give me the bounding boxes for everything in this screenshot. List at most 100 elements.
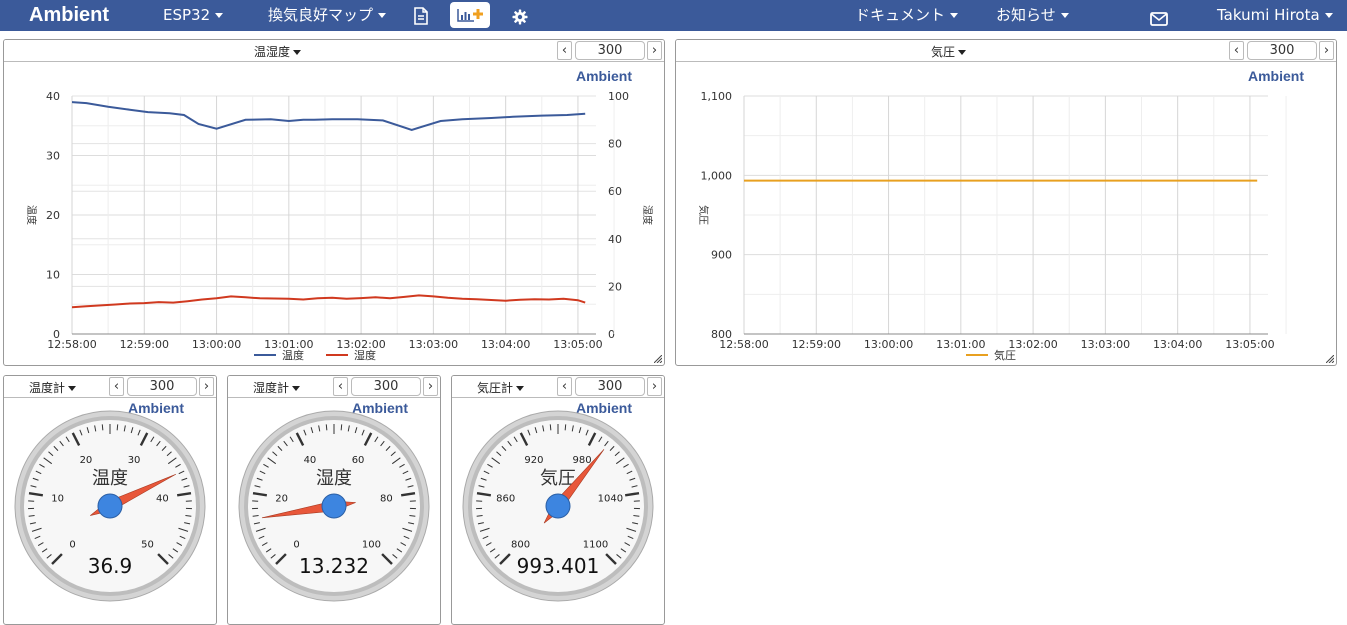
range-input[interactable]: 300 [575, 41, 645, 60]
legend-label: 湿度 [354, 348, 376, 362]
gauge-panel-pressure: 気圧計 ‹ 300 › Ambient80086092098010401100気… [451, 375, 665, 625]
gauge-scale-label: 10 [51, 494, 64, 505]
user-name: Takumi Hirota [1217, 6, 1320, 24]
x-tick-label: 13:05:00 [1225, 338, 1274, 351]
y-tick-label: 10 [46, 269, 60, 282]
chart-panel-temp-humidity: 温湿度 ‹ 300 › Ambient010203040020406080100… [3, 39, 665, 366]
panel-title: 湿度計 [253, 381, 289, 395]
add-chart-button[interactable] [450, 2, 490, 28]
chart-watermark: Ambient [1248, 68, 1304, 84]
panel-title-dropdown[interactable]: 温度計 [29, 379, 76, 396]
gauge-scale-label: 20 [80, 455, 93, 466]
gauge-scale-label: 980 [573, 455, 592, 466]
range-input[interactable]: 300 [127, 377, 197, 396]
panel-title-dropdown[interactable]: 気圧 [931, 43, 966, 60]
chart-watermark: Ambient [576, 68, 632, 84]
x-tick-label: 13:03:00 [1081, 338, 1130, 351]
gear-icon[interactable] [512, 5, 528, 25]
prev-button[interactable]: ‹ [109, 377, 124, 396]
resize-handle-icon[interactable] [1326, 355, 1334, 363]
y-tick-label: 1,100 [701, 90, 733, 103]
legend-label: 気圧 [994, 348, 1016, 362]
range-input[interactable]: 300 [351, 377, 421, 396]
range-input[interactable]: 300 [1247, 41, 1317, 60]
y-right-tick-label: 100 [608, 90, 629, 103]
news-dropdown[interactable]: お知らせ [996, 0, 1069, 31]
next-button[interactable]: › [647, 41, 662, 60]
panel-title-dropdown[interactable]: 気圧計 [477, 379, 524, 396]
next-button[interactable]: › [199, 377, 214, 396]
prev-button[interactable]: ‹ [1229, 41, 1244, 60]
x-tick-label: 13:01:00 [936, 338, 985, 351]
chart-panel-pressure: 気圧 ‹ 300 › Ambient8009001,0001,10012:58:… [675, 39, 1337, 366]
gauge-value: 993.401 [517, 554, 600, 578]
panel-header: 温湿度 ‹ 300 › [4, 40, 664, 62]
device-dropdown[interactable]: ESP32 [163, 0, 223, 31]
y-right-tick-label: 20 [608, 280, 622, 293]
docs-dropdown-label: ドキュメント [855, 6, 945, 24]
map-dropdown[interactable]: 換気良好マップ [268, 0, 386, 31]
panel-title: 温度計 [29, 381, 65, 395]
x-tick-label: 13:05:00 [553, 338, 602, 351]
resize-handle-icon[interactable] [654, 355, 662, 363]
chevron-down-icon [958, 50, 966, 55]
gauge-tick [326, 424, 327, 430]
prev-button[interactable]: ‹ [557, 377, 572, 396]
x-tick-label: 12:58:00 [719, 338, 768, 351]
prev-button[interactable]: ‹ [333, 377, 348, 396]
y-tick-label: 30 [46, 150, 60, 163]
chevron-down-icon [378, 13, 386, 18]
panel-title-dropdown[interactable]: 温湿度 [254, 43, 301, 60]
gauge-title: 温度 [92, 468, 128, 489]
legend-label: 温度 [282, 348, 304, 362]
next-button[interactable]: › [1319, 41, 1334, 60]
user-menu[interactable]: Takumi Hirota [1217, 0, 1333, 31]
gauge-scale-label: 1100 [583, 539, 608, 550]
x-tick-label: 13:03:00 [409, 338, 458, 351]
range-input[interactable]: 300 [575, 377, 645, 396]
gauge-watermark: Ambient [576, 400, 632, 416]
x-tick-label: 13:04:00 [481, 338, 530, 351]
gauge-scale-label: 800 [511, 539, 530, 550]
gauge-scale-label: 40 [156, 494, 169, 505]
gauge-scale-label: 60 [352, 455, 365, 466]
gauge-panel-humidity: 湿度計 ‹ 300 › Ambient020406080100湿度13.232 [227, 375, 441, 625]
document-icon[interactable] [414, 5, 428, 25]
y-axis-label: 気圧 [697, 205, 710, 225]
x-tick-label: 12:58:00 [47, 338, 96, 351]
gauge-scale-label: 80 [380, 494, 393, 505]
panel-title-dropdown[interactable]: 湿度計 [253, 379, 300, 396]
next-button[interactable]: › [647, 377, 662, 396]
temperature-gauge: Ambient01020304050温度36.9 [4, 398, 217, 625]
y-tick-label: 900 [711, 249, 732, 262]
y-tick-label: 20 [46, 209, 60, 222]
x-tick-label: 12:59:00 [792, 338, 841, 351]
chevron-down-icon [516, 386, 524, 391]
prev-button[interactable]: ‹ [557, 41, 572, 60]
panel-title: 気圧計 [477, 381, 513, 395]
brand-logo[interactable]: Ambient [29, 0, 109, 31]
y-axis-label: 温度 [25, 205, 38, 225]
gauge-value: 13.232 [299, 554, 369, 578]
chevron-down-icon [293, 50, 301, 55]
gauge-watermark: Ambient [352, 400, 408, 416]
next-button[interactable]: › [423, 377, 438, 396]
top-navbar: Ambient ESP32 換気良好マップ ドキュメント お知らせ Takumi… [0, 0, 1347, 31]
gauge-scale-label: 30 [128, 455, 141, 466]
mail-icon[interactable] [1150, 6, 1168, 24]
x-tick-label: 13:00:00 [864, 338, 913, 351]
gauge-scale-label: 20 [275, 494, 288, 505]
docs-dropdown[interactable]: ドキュメント [855, 0, 958, 31]
chevron-down-icon [950, 13, 958, 18]
gauge-scale-label: 860 [496, 494, 515, 505]
gauge-scale-label: 920 [524, 455, 543, 466]
gauge-tick [565, 424, 566, 430]
panel-title: 温湿度 [254, 45, 290, 59]
gauge-tick [550, 424, 551, 430]
y-right-axis-label: 湿度 [641, 205, 654, 225]
x-tick-label: 13:04:00 [1153, 338, 1202, 351]
gauge-scale-label: 50 [141, 539, 154, 550]
gauge-hub [322, 494, 346, 518]
y-right-tick-label: 80 [608, 138, 622, 151]
chevron-down-icon [1061, 13, 1069, 18]
